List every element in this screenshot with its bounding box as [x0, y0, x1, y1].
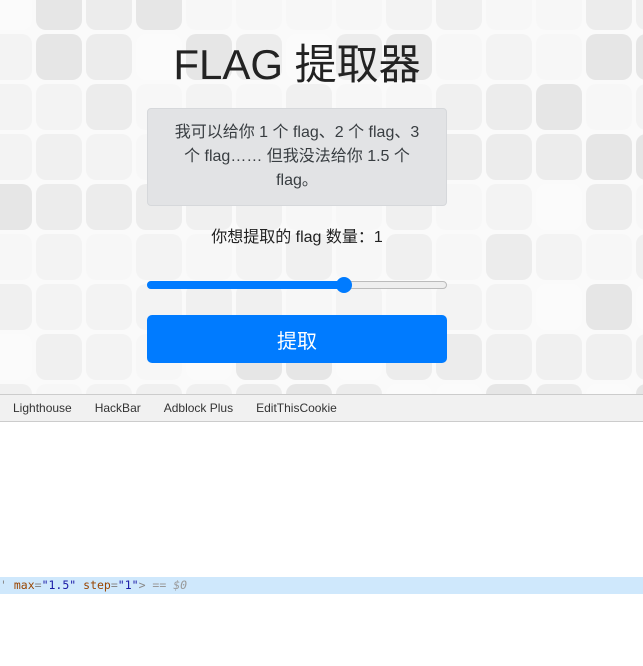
bg-tile: [586, 34, 632, 80]
bg-tile: [0, 284, 32, 330]
bg-tile: [636, 384, 643, 394]
notice-alert: 我可以给你 1 个 flag、2 个 flag、3 个 flag…… 但我没法给…: [147, 108, 447, 206]
bg-tile: [436, 384, 482, 394]
tab-adblock-plus[interactable]: Adblock Plus: [164, 401, 233, 415]
bg-tile: [236, 384, 282, 394]
bg-tile: [0, 184, 32, 230]
extract-button[interactable]: 提取: [147, 315, 447, 363]
bg-tile: [36, 234, 82, 280]
bg-tile: [536, 134, 582, 180]
bg-tile: [636, 184, 643, 230]
bg-tile: [486, 334, 532, 380]
tab-editthiscookie[interactable]: EditThisCookie: [256, 401, 337, 415]
bg-tile: [636, 0, 643, 30]
bg-tile: [586, 0, 632, 30]
bg-tile: [486, 34, 532, 80]
bg-tile: [36, 134, 82, 180]
bg-tile: [0, 384, 32, 394]
bg-tile: [636, 34, 643, 80]
bg-tile: [36, 0, 82, 30]
tab-lighthouse[interactable]: Lighthouse: [13, 401, 72, 415]
bg-tile: [536, 184, 582, 230]
attr-max: max: [13, 578, 35, 592]
bg-tile: [0, 0, 32, 30]
bg-tile: [486, 234, 532, 280]
bg-tile: [36, 184, 82, 230]
flag-count-slider[interactable]: [147, 277, 447, 293]
slider-thumb[interactable]: [336, 277, 353, 293]
flag-extractor: FLAG 提取器 我可以给你 1 个 flag、2 个 flag、3 个 fla…: [147, 0, 447, 363]
bg-tile: [86, 0, 132, 30]
bg-tile: [86, 134, 132, 180]
devtools-tabbar: Lighthouse HackBar Adblock Plus EditThis…: [0, 394, 643, 422]
bg-tile: [86, 34, 132, 80]
bg-tile: [586, 134, 632, 180]
bg-tile: [36, 284, 82, 330]
bg-tile: [186, 384, 232, 394]
bg-tile: [36, 34, 82, 80]
bg-tile: [636, 284, 643, 330]
bg-tile: [0, 134, 32, 180]
bg-tile: [0, 84, 32, 130]
bg-tile: [586, 334, 632, 380]
bg-tile: [486, 184, 532, 230]
count-label: 你想提取的 flag 数量：1: [147, 223, 447, 247]
bg-tile: [486, 284, 532, 330]
bg-tile: [586, 184, 632, 230]
bg-tile: [86, 234, 132, 280]
bg-tile: [536, 84, 582, 130]
attr-max-value[interactable]: "1.5": [42, 578, 77, 592]
bg-tile: [586, 234, 632, 280]
bg-tile: [636, 334, 643, 380]
tag-close: >: [138, 578, 146, 592]
bg-tile: [136, 384, 182, 394]
attr-step: step: [83, 578, 111, 592]
bg-tile: [486, 384, 532, 394]
tab-hackbar[interactable]: HackBar: [95, 401, 141, 415]
bg-tile: [586, 384, 632, 394]
bg-tile: [0, 234, 32, 280]
bg-tile: [586, 84, 632, 130]
bg-tile: [486, 134, 532, 180]
bg-tile: [286, 384, 332, 394]
bg-tile: [536, 234, 582, 280]
bg-tile: [86, 334, 132, 380]
bg-tile: [86, 384, 132, 394]
bg-tile: [536, 284, 582, 330]
bg-tile: [486, 0, 532, 30]
bg-tile: [536, 384, 582, 394]
bg-tile: [0, 334, 32, 380]
bg-tile: [386, 384, 432, 394]
bg-tile: [36, 384, 82, 394]
bg-tile: [536, 334, 582, 380]
bg-tile: [486, 84, 532, 130]
selected-element-line[interactable]: ' max="1.5" step="1"> == $0: [0, 577, 643, 594]
bg-tile: [336, 384, 382, 394]
bg-tile: [536, 0, 582, 30]
bg-tile: [636, 84, 643, 130]
bg-tile: [536, 34, 582, 80]
count-value: 1: [373, 229, 383, 246]
console-ref: == $0: [145, 578, 188, 592]
bg-tile: [636, 134, 643, 180]
count-label-text: 你想提取的 flag 数量：: [211, 229, 374, 246]
slider-fill: [147, 281, 348, 289]
code-prefix: ': [0, 578, 14, 592]
bg-tile: [636, 234, 643, 280]
bg-tile: [0, 34, 32, 80]
bg-tile: [86, 184, 132, 230]
bg-tile: [86, 84, 132, 130]
attr-step-value[interactable]: "1": [118, 578, 139, 592]
web-page: FLAG 提取器 我可以给你 1 个 flag、2 个 flag、3 个 fla…: [0, 0, 643, 394]
page-title: FLAG 提取器: [173, 41, 421, 88]
bg-tile: [86, 284, 132, 330]
bg-tile: [36, 84, 82, 130]
bg-tile: [36, 334, 82, 380]
bg-tile: [586, 284, 632, 330]
